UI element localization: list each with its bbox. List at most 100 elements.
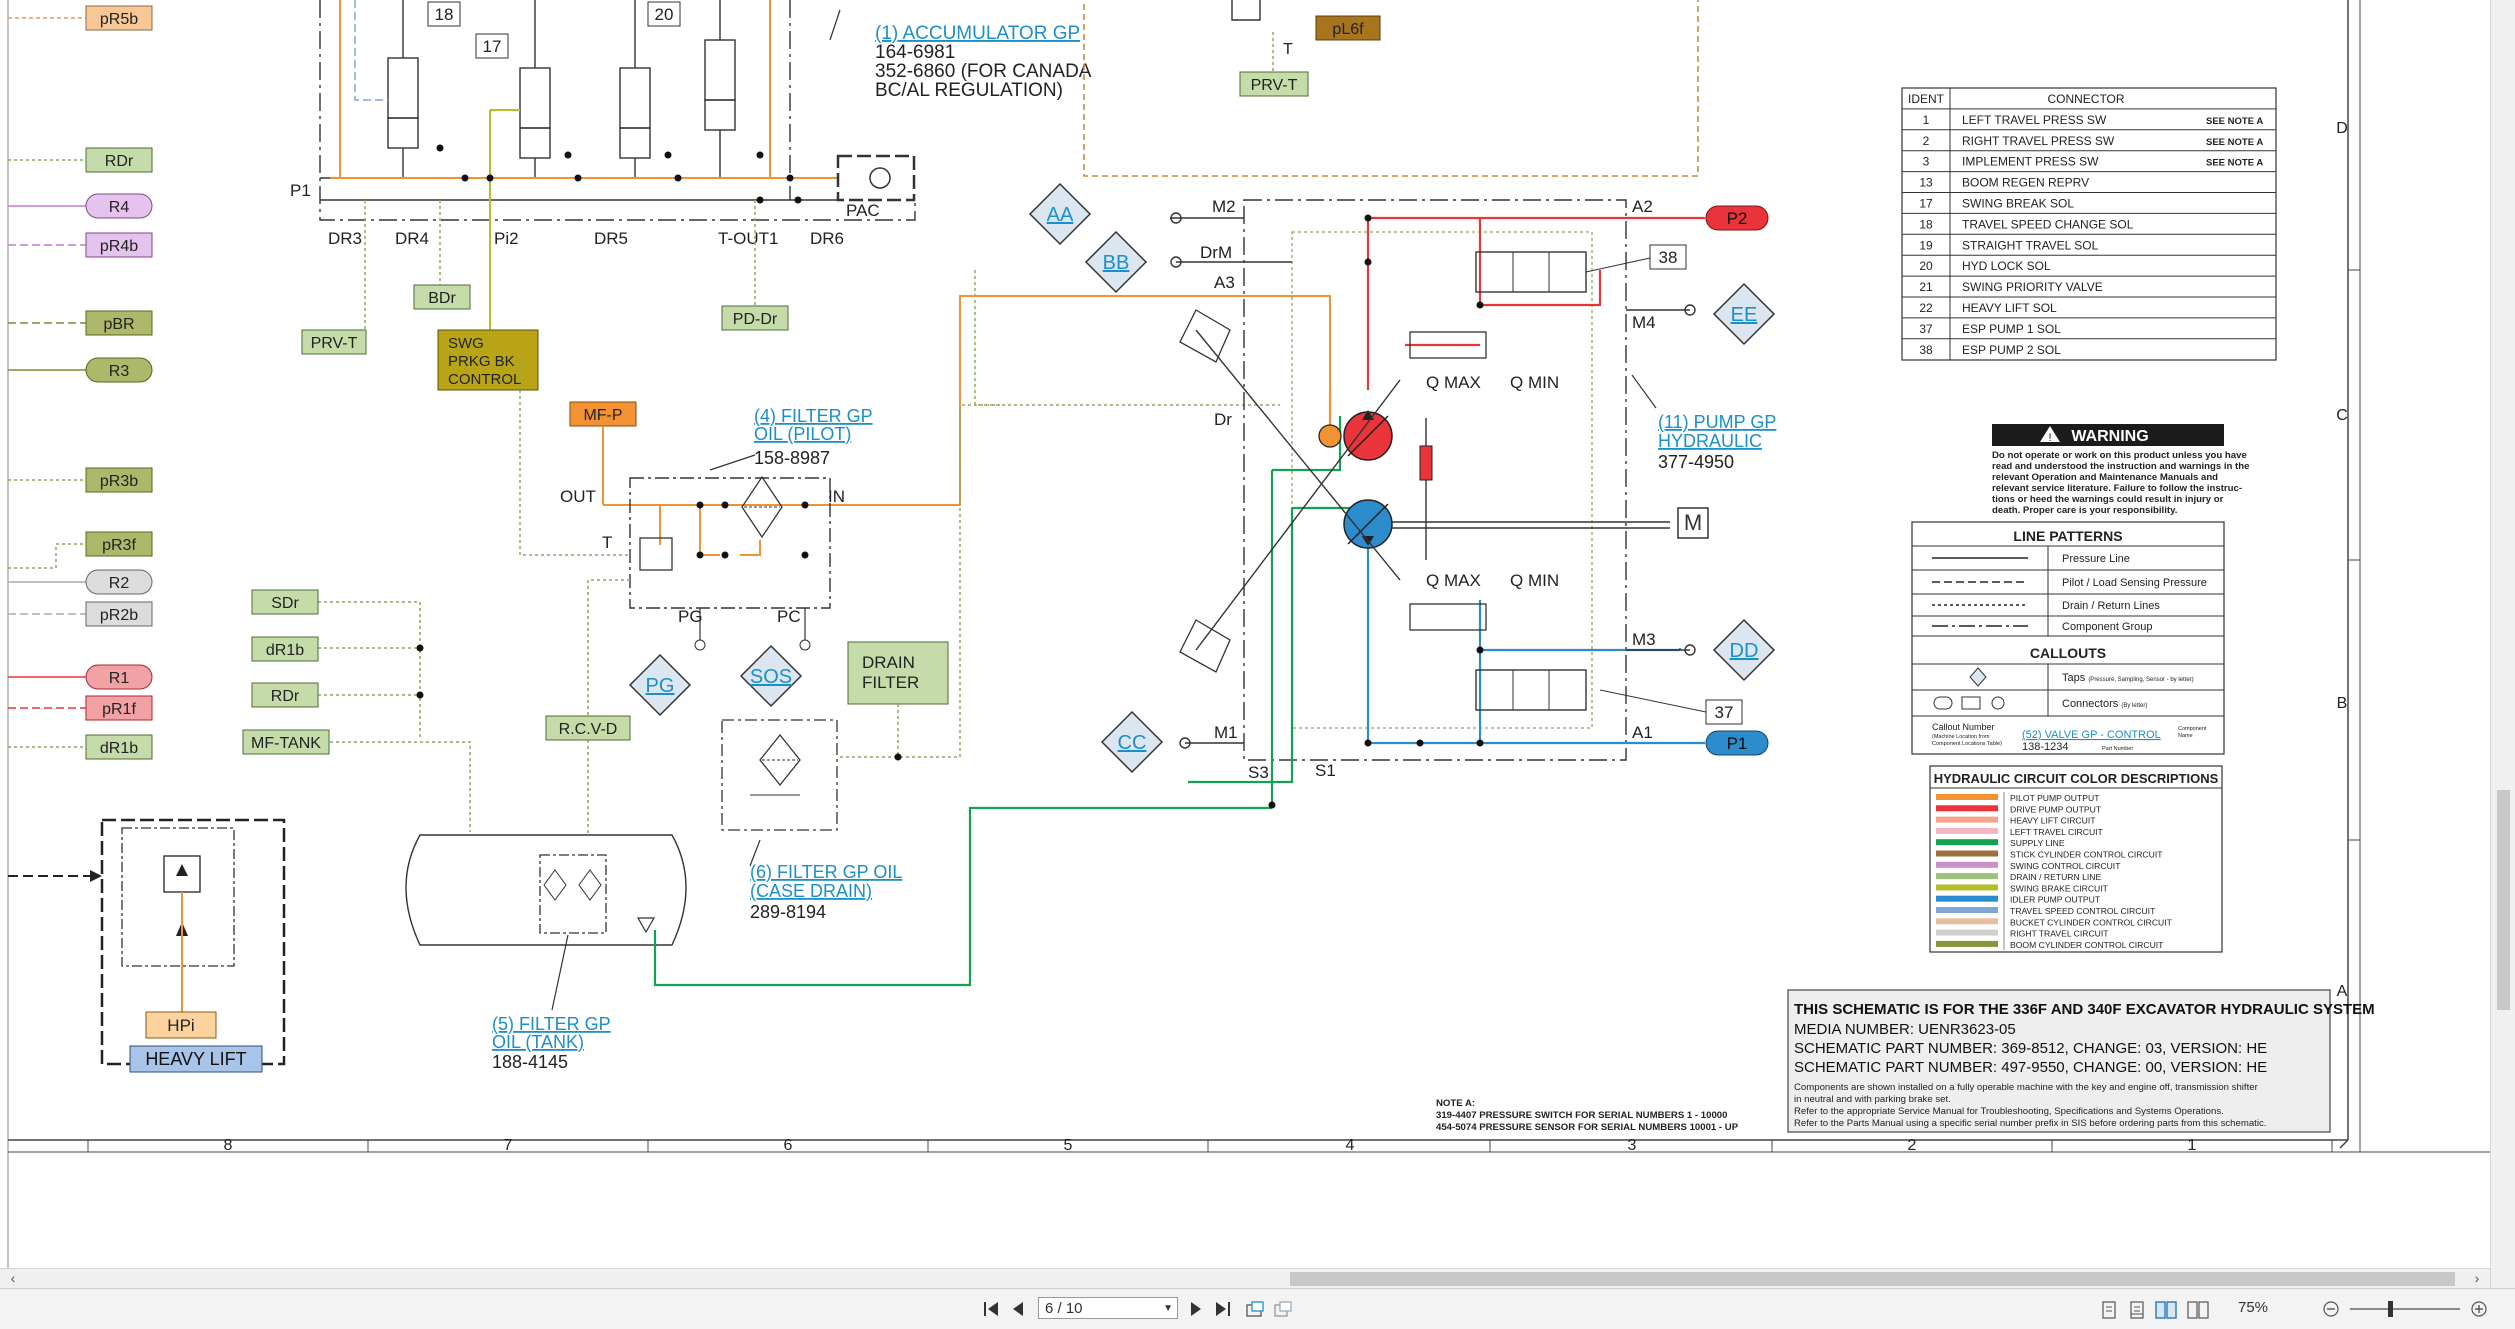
case-drain-filter-link[interactable]: (6) FILTER GP OIL <box>750 862 902 882</box>
color-swatch <box>1936 816 1998 823</box>
zone-label-a: A <box>2337 983 2348 1000</box>
zone-label-d: D <box>2336 120 2348 137</box>
tank-filter-link[interactable]: (5) FILTER GP <box>492 1014 611 1034</box>
warning-line-4: relevant service literature. Failure to … <box>1992 483 2242 494</box>
last-page-icon[interactable] <box>1214 1300 1232 1318</box>
zoom-in-icon[interactable] <box>2470 1300 2488 1318</box>
accumulator-link[interactable]: (1) ACCUMULATOR GP <box>875 23 1080 44</box>
tag-pr5b-label: pR5b <box>100 11 138 28</box>
port-a2: A2 <box>1632 197 1653 216</box>
single-page-view-icon[interactable] <box>2100 1300 2118 1320</box>
legend-callout-note-1: (Machine Location from <box>1932 734 1990 740</box>
color-label: SWING CONTROL CIRCUIT <box>2010 861 2121 871</box>
horizontal-scrollbar[interactable]: ‹ › <box>0 1268 2490 1289</box>
pilot-filter-in: IN <box>828 487 845 506</box>
callout-18: 18 <box>435 5 454 24</box>
zone-label-1: 1 <box>2188 1137 2197 1154</box>
connector-cell: IMPLEMENT PRESS SW <box>1962 155 2099 169</box>
scroll-right-icon[interactable]: › <box>2468 1270 2486 1286</box>
zoom-level[interactable]: 75% <box>2238 1297 2268 1319</box>
tap-ee-label[interactable]: EE <box>1731 304 1758 326</box>
tap-cc-label[interactable]: CC <box>1118 732 1147 754</box>
port-dr5: DR5 <box>594 229 628 248</box>
pilot-filter-pc: PC <box>777 607 801 626</box>
next-page-icon[interactable] <box>1188 1300 1204 1318</box>
case-drain-filter-pn: 289-8194 <box>750 902 826 922</box>
chevron-down-icon[interactable]: ▼ <box>1163 1298 1173 1320</box>
note-a-title: NOTE A: <box>1436 1098 1475 1109</box>
legend-line-patterns-title: LINE PATTERNS <box>2013 528 2122 544</box>
vertical-scroll-thumb[interactable] <box>2497 790 2510 1010</box>
port-pac: PAC <box>846 201 880 220</box>
tag-pr3f-label: pR3f <box>102 537 136 554</box>
color-swatch <box>1936 850 1998 857</box>
tag-dr1b-left-label: dR1b <box>100 740 138 757</box>
tap-sos-label[interactable]: SOS <box>750 666 792 688</box>
tap-bb-label[interactable]: BB <box>1103 252 1130 274</box>
tag-rcvd-label: R.C.V-D <box>559 721 618 738</box>
tag-pd-dr-label: PD-Dr <box>733 311 778 328</box>
connector-p2-label: P2 <box>1727 209 1748 228</box>
tag-pbr-label: pBR <box>103 316 134 333</box>
page-number-input[interactable]: 6 / 10 ▼ <box>1038 1297 1178 1319</box>
color-swatch <box>1936 929 1998 936</box>
ident-header: IDENT <box>1908 92 1945 106</box>
page-layout-icon[interactable] <box>1272 1300 1294 1320</box>
port-a1: A1 <box>1632 723 1653 742</box>
zoom-out-icon[interactable] <box>2322 1300 2340 1318</box>
case-drain-filter-link2[interactable]: (CASE DRAIN) <box>750 881 872 901</box>
connector-cell: HEAVY LIFT SOL <box>1962 301 2057 315</box>
port-m1: M1 <box>1214 723 1238 742</box>
swg-line2: PRKG BK <box>448 353 515 370</box>
tap-pg-label[interactable]: PG <box>646 675 675 697</box>
continuous-view-icon[interactable] <box>2128 1300 2146 1320</box>
tag-r2-label: R2 <box>109 575 130 592</box>
tag-r4-label: R4 <box>109 199 130 216</box>
note-cell: SEE NOTE A <box>2206 158 2263 169</box>
color-table-title: HYDRAULIC CIRCUIT COLOR DESCRIPTIONS <box>1934 771 2219 786</box>
tag-bdr-label: BDr <box>428 290 456 307</box>
pilot-filter-link2[interactable]: OIL (PILOT) <box>754 424 851 444</box>
color-label: TRAVEL SPEED CONTROL CIRCUIT <box>2010 906 2156 916</box>
title-block-note-1: Components are shown installed on a full… <box>1794 1082 2259 1093</box>
scroll-left-icon[interactable]: ‹ <box>4 1270 22 1286</box>
tap-aa-label[interactable]: AA <box>1047 204 1074 226</box>
tag-pr4b-label: pR4b <box>100 238 138 255</box>
tag-pr1f-label: pR1f <box>102 701 136 718</box>
tag-mf-tank-label: MF-TANK <box>251 735 321 752</box>
zone-label-c: C <box>2336 407 2348 424</box>
warning-line-5: tions or heed the warnings could result … <box>1992 494 2224 505</box>
note-cell: SEE NOTE A <box>2206 137 2263 148</box>
tag-r3-label: R3 <box>109 363 130 380</box>
tag-hpi-label: HPi <box>167 1016 194 1035</box>
connector-p1-label: P1 <box>1727 734 1748 753</box>
two-page-view-icon[interactable] <box>2154 1300 2178 1320</box>
first-page-icon[interactable] <box>982 1300 1000 1318</box>
pump-gp-link2[interactable]: HYDRAULIC <box>1658 431 1762 451</box>
tank-filter-link2[interactable]: OIL (TANK) <box>492 1032 584 1052</box>
zoom-slider[interactable] <box>2350 1301 2460 1317</box>
zoom-slider-handle[interactable] <box>2388 1301 2393 1317</box>
title-block-note-4: Refer to the Parts Manual using a specif… <box>1794 1118 2266 1129</box>
tag-pl6f-label: pL6f <box>1332 21 1364 38</box>
color-swatch <box>1936 895 1998 902</box>
rotate-view-icon[interactable] <box>1244 1300 1266 1320</box>
legend-callout-example-link[interactable]: (52) VALVE GP - CONTROL <box>2022 729 2161 741</box>
connector-header: CONNECTOR <box>2047 92 2124 106</box>
connector-cell: BOOM REGEN REPRV <box>1962 176 2089 190</box>
color-label: HEAVY LIFT CIRCUIT <box>2010 816 2096 826</box>
pilot-filter-link[interactable]: (4) FILTER GP <box>754 406 873 426</box>
horizontal-scroll-thumb[interactable] <box>1290 1272 2455 1286</box>
pump-gp-link[interactable]: (11) PUMP GP <box>1658 412 1776 432</box>
two-page-continuous-icon[interactable] <box>2186 1300 2210 1320</box>
tap-dd-label[interactable]: DD <box>1730 640 1759 662</box>
tag-heavy-lift-label: HEAVY LIFT <box>145 1049 246 1069</box>
vertical-scrollbar[interactable] <box>2490 0 2515 1288</box>
accumulator-pn2: 352-6860 (FOR CANADA <box>875 61 1092 82</box>
previous-page-icon[interactable] <box>1010 1300 1026 1318</box>
callout-17: 17 <box>483 37 502 56</box>
color-swatch <box>1936 873 1998 880</box>
color-label: IDLER PUMP OUTPUT <box>2010 895 2101 905</box>
legend-pressure-line: Pressure Line <box>2062 553 2130 565</box>
connector-cell: HYD LOCK SOL <box>1962 259 2051 273</box>
